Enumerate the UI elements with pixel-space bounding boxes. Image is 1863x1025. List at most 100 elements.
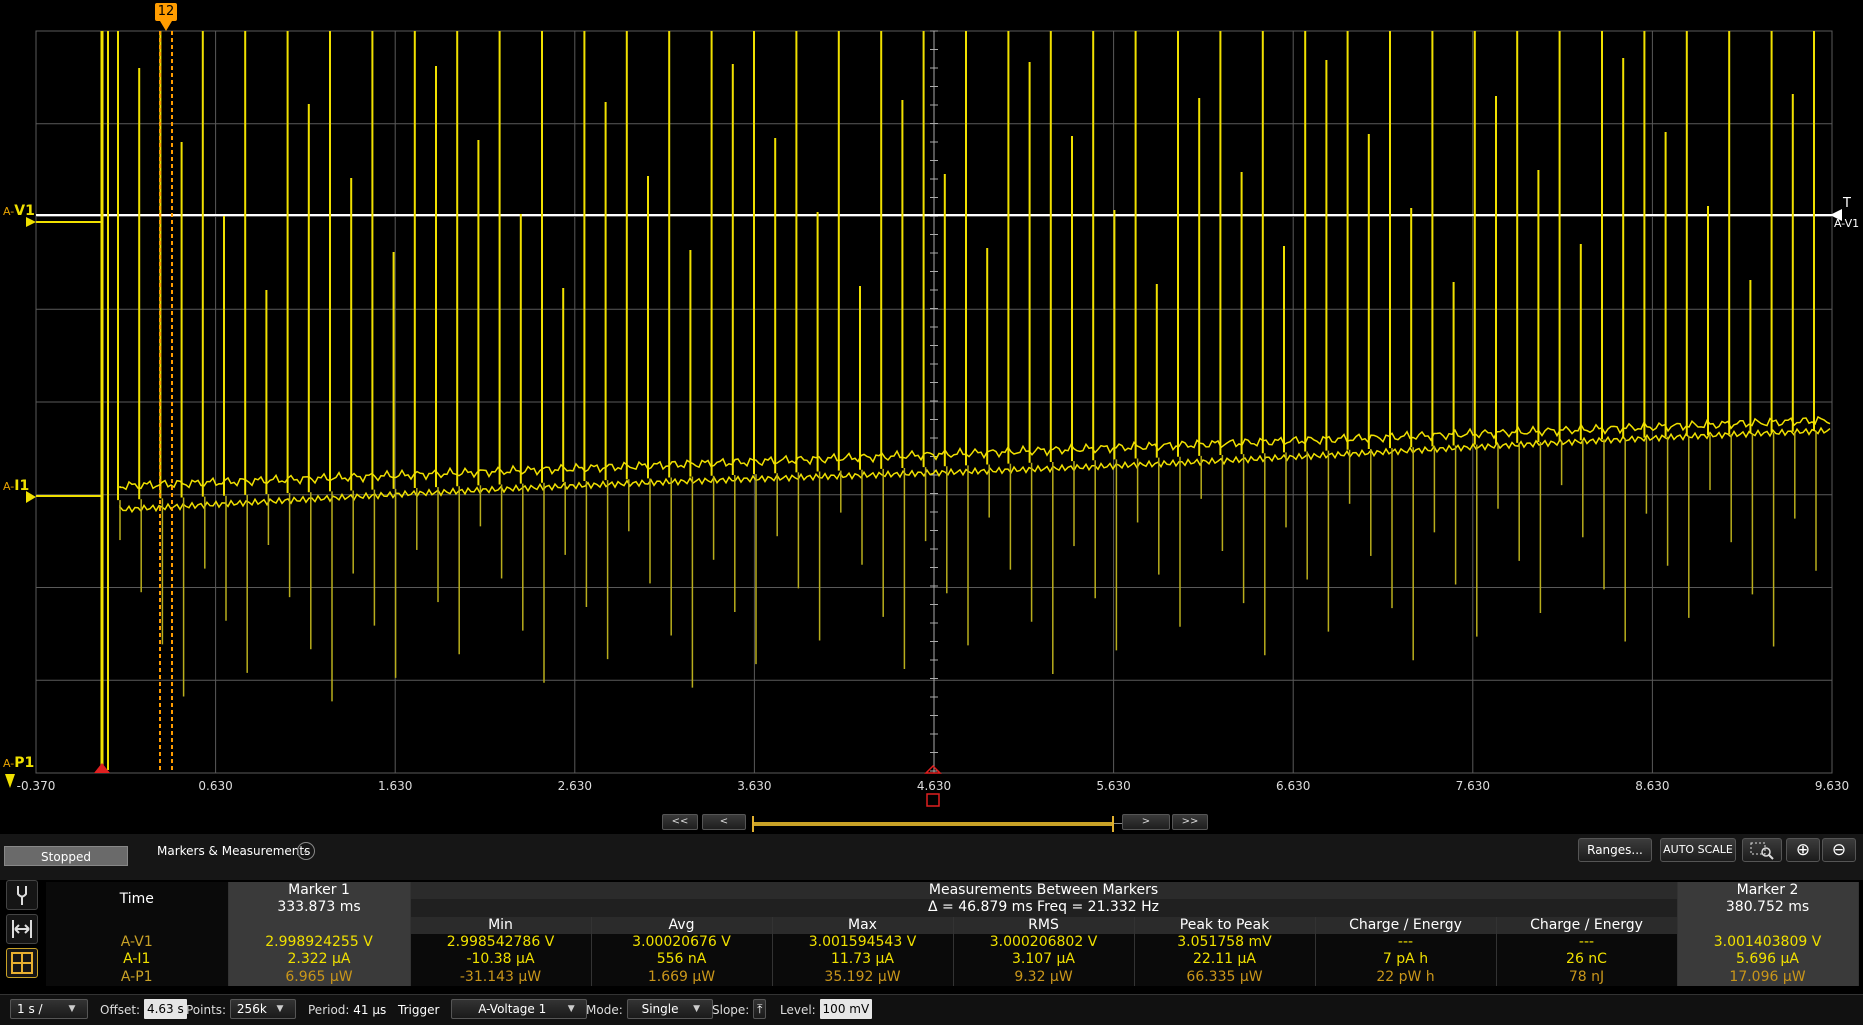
level-value[interactable]: 100 mV bbox=[819, 999, 873, 1019]
view-mode-icons bbox=[6, 880, 40, 984]
row-label-i1: A-I1 bbox=[46, 951, 229, 969]
marker1-i1: 2.322 μA bbox=[228, 951, 411, 969]
cell: 3.00020676 V bbox=[591, 933, 773, 952]
offset-value[interactable]: 4.63 s bbox=[143, 999, 187, 1019]
cell: 3.051758 mV bbox=[1134, 933, 1316, 952]
mode-field[interactable]: Mode: Single ▼ bbox=[586, 999, 713, 1021]
points-value: 256k bbox=[236, 1002, 267, 1016]
table-row: A-I1 2.322 μA -10.38 μA 556 nA 11.73 μA … bbox=[46, 951, 1859, 969]
scroll-thumb-left-handle[interactable] bbox=[752, 816, 754, 832]
cell: 11.73 μA bbox=[772, 951, 954, 969]
scroll-next-button[interactable]: > bbox=[1122, 814, 1170, 830]
measurement-toolbar: Stopped Markers & Measurements ⌄ Ranges.… bbox=[0, 834, 1863, 880]
auto-scale-button[interactable]: AUTO SCALE bbox=[1660, 838, 1736, 862]
ranges-button[interactable]: Ranges... bbox=[1578, 838, 1652, 862]
marker2-v1: 3.001403809 V bbox=[1677, 933, 1859, 952]
slope-field[interactable]: Slope: ⤒ bbox=[712, 999, 767, 1021]
level-field[interactable]: Level: 100 mV bbox=[780, 999, 873, 1021]
cell: 3.001594543 V bbox=[772, 933, 954, 952]
cell: 22.11 μA bbox=[1134, 951, 1316, 969]
period-field: Period: 41 μs bbox=[308, 999, 386, 1021]
channel-label-v1[interactable]: A-V1 bbox=[3, 203, 35, 219]
trigger-source-value: A-Voltage 1 bbox=[478, 1002, 547, 1016]
center-position-marker bbox=[924, 764, 942, 774]
trigger-icon[interactable]: T bbox=[1843, 196, 1851, 211]
x-tick-label: 9.630 bbox=[1814, 779, 1850, 793]
chevron-down-icon: ▼ bbox=[68, 1004, 76, 1014]
mode-value: Single bbox=[641, 1002, 679, 1016]
trigger-level-label: A-V1 bbox=[1834, 217, 1860, 230]
col-header: Charge / Energy bbox=[1315, 916, 1497, 934]
mode-label: Mode: bbox=[586, 1003, 623, 1017]
marker2-p1: 17.096 μW bbox=[1677, 968, 1859, 986]
probe-icon[interactable] bbox=[6, 880, 38, 910]
marker1-p1: 6.965 μW bbox=[228, 968, 411, 986]
timebase-value: 1 s / bbox=[17, 1002, 43, 1016]
zoom-box-icon[interactable] bbox=[1742, 838, 1782, 862]
points-field[interactable]: Points: 256k ▼ bbox=[186, 999, 296, 1021]
between-delta: Δ = 46.879 ms Freq = 21.332 Hz bbox=[410, 899, 1678, 917]
trace-i1-lower bbox=[119, 426, 1831, 514]
x-tick-label: 5.630 bbox=[1096, 779, 1131, 793]
x-tick-label: 3.630 bbox=[737, 779, 772, 793]
marker-flag-pointer bbox=[160, 21, 172, 31]
period-label: Period: bbox=[308, 1003, 350, 1017]
scroll-thumb[interactable] bbox=[752, 816, 1114, 832]
acquisition-settings-bar: 1 s / ▼ Offset: 4.63 s Points: 256k ▼ Peri… bbox=[0, 994, 1863, 1025]
rising-slope-icon[interactable]: ⤒ bbox=[753, 999, 767, 1019]
cell: 3.107 μA bbox=[953, 951, 1135, 969]
marker-span-icon[interactable] bbox=[6, 914, 38, 944]
scroll-first-button[interactable]: << bbox=[662, 814, 698, 830]
x-tick-label: 6.630 bbox=[1276, 779, 1311, 793]
scroll-last-button[interactable]: >> bbox=[1172, 814, 1208, 830]
points-label: Points: bbox=[186, 1003, 227, 1017]
markers-measurements-title[interactable]: Markers & Measurements bbox=[157, 842, 310, 860]
marker2-title[interactable]: Marker 2 bbox=[1677, 882, 1859, 900]
waveform-plot[interactable] bbox=[0, 0, 1863, 830]
x-tick-label: 1.630 bbox=[378, 779, 413, 793]
marker1-title[interactable]: Marker 1 bbox=[228, 882, 411, 900]
zoom-in-icon[interactable]: ⊕ bbox=[1786, 838, 1820, 862]
row-label-v1: A-V1 bbox=[46, 933, 229, 952]
cell: 2.998542786 V bbox=[410, 933, 592, 952]
table-row: A-V1 2.998924255 V 2.998542786 V 3.00020… bbox=[46, 933, 1859, 952]
col-header: Max bbox=[772, 916, 954, 934]
marker-flag[interactable]: 12 bbox=[155, 3, 177, 21]
grid-table-icon[interactable] bbox=[6, 948, 38, 978]
channel-label-p1[interactable]: A-P1 bbox=[3, 755, 34, 771]
col-header: Peak to Peak bbox=[1134, 916, 1316, 934]
cell: 9.32 μW bbox=[953, 968, 1135, 986]
cell: 35.192 μW bbox=[772, 968, 954, 986]
trigger-source-field[interactable]: Trigger A-Voltage 1 ▼ bbox=[398, 999, 588, 1021]
x-tick-label: 7.630 bbox=[1455, 779, 1490, 793]
cell: --- bbox=[1496, 933, 1678, 952]
x-tick-label: 4.630 bbox=[916, 779, 952, 793]
offset-label: Offset: bbox=[100, 1003, 141, 1017]
zoom-out-icon[interactable]: ⊖ bbox=[1822, 838, 1856, 862]
cell: 78 nJ bbox=[1496, 968, 1678, 986]
scroll-prev-button[interactable]: < bbox=[702, 814, 746, 830]
acquisition-status[interactable]: Stopped bbox=[4, 846, 128, 866]
cell: 556 nA bbox=[591, 951, 773, 969]
x-tick-label: -0.370 bbox=[16, 779, 56, 793]
scroll-navigator[interactable]: << < > >> bbox=[0, 812, 1863, 834]
x-tick-label: 0.630 bbox=[198, 779, 233, 793]
chevron-down-icon: ▼ bbox=[567, 1004, 575, 1014]
marker1-v1: 2.998924255 V bbox=[228, 933, 411, 952]
channel-p1-arrow bbox=[5, 774, 15, 788]
x-tick-label: 2.630 bbox=[557, 779, 592, 793]
waveform-display[interactable]: A-V1 A-I1 A-P1 A-V1 T 12 -0.370 0.630 1.63… bbox=[0, 0, 1863, 830]
row-label-p1: A-P1 bbox=[46, 968, 229, 986]
marker2-i1: 5.696 μA bbox=[1677, 951, 1859, 969]
timebase-select[interactable]: 1 s / ▼ bbox=[10, 999, 88, 1021]
col-header: Avg bbox=[591, 916, 773, 934]
scroll-thumb-right-handle[interactable] bbox=[1112, 816, 1114, 832]
col-header: RMS bbox=[953, 916, 1135, 934]
trace-i1-upper bbox=[119, 415, 1831, 491]
x-tick-label: 8.630 bbox=[1635, 779, 1670, 793]
channel-label-i1[interactable]: A-I1 bbox=[3, 478, 29, 494]
offset-field[interactable]: Offset: 4.63 s bbox=[100, 999, 187, 1021]
cell: 7 pA h bbox=[1315, 951, 1497, 969]
between-title: Measurements Between Markers bbox=[410, 882, 1678, 900]
chevron-down-icon[interactable]: ⌄ bbox=[297, 842, 315, 860]
